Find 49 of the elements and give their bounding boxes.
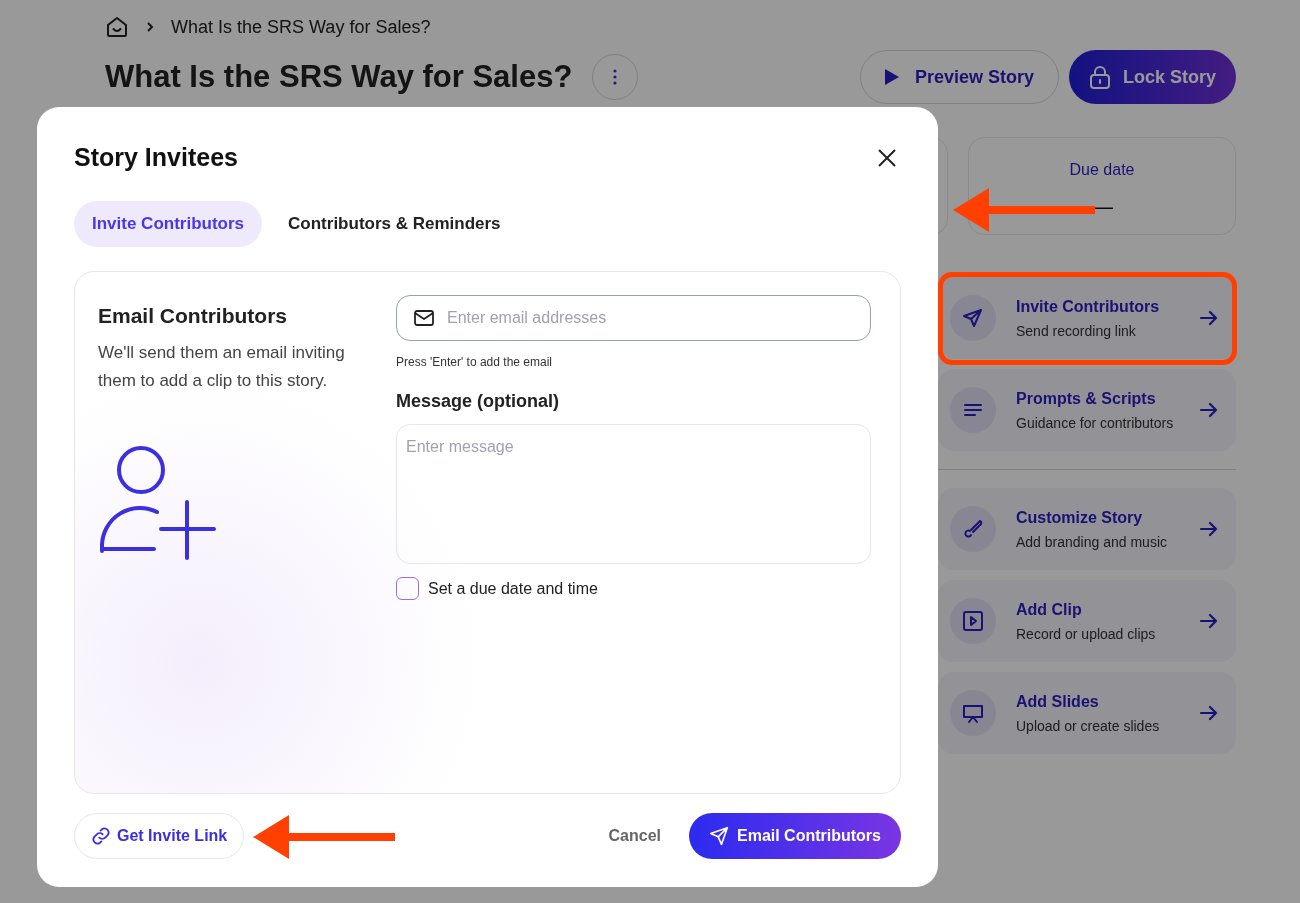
email-contributors-button[interactable]: Email Contributors bbox=[689, 813, 901, 859]
vertical-dots-icon bbox=[613, 69, 618, 85]
action-subtitle: Upload or create slides bbox=[1016, 716, 1161, 736]
play-box-icon bbox=[961, 609, 985, 633]
tab[interactable]: Contributors & Reminders bbox=[270, 200, 519, 247]
dialog-title: Story Invitees bbox=[74, 142, 238, 173]
lock-button[interactable]: Lock Story bbox=[1068, 50, 1236, 104]
add-user-icon bbox=[99, 445, 217, 563]
cancel-button[interactable]: Cancel bbox=[608, 824, 661, 848]
link-icon bbox=[91, 826, 111, 846]
action-title: Add Clip bbox=[1016, 599, 1083, 620]
breadcrumb-link[interactable]: What Is the SRS Way for Sales? bbox=[171, 13, 431, 41]
brush-icon bbox=[961, 517, 985, 541]
page-title: What Is the SRS Way for Sales? bbox=[105, 57, 573, 96]
action-title: Invite Contributors bbox=[1016, 296, 1161, 317]
send-icon bbox=[961, 306, 985, 330]
action-card[interactable]: Add Clip Record or upload clips bbox=[938, 580, 1236, 662]
section-description: We'll send them an email inviting them to add a clip to this story. bbox=[98, 342, 346, 392]
action-subtitle: Add branding and music bbox=[1016, 532, 1168, 552]
arrow-right-icon bbox=[1200, 521, 1218, 537]
mail-icon bbox=[414, 309, 434, 326]
send-icon bbox=[709, 826, 729, 846]
stat-label: Due date bbox=[1069, 160, 1135, 180]
lock-icon bbox=[1088, 65, 1111, 89]
action-title: Add Slides bbox=[1016, 691, 1100, 712]
action-card[interactable]: Customize Story Add branding and music bbox=[938, 488, 1236, 570]
action-card[interactable]: Prompts & Scripts Guidance for contributors bbox=[938, 369, 1236, 451]
message-input[interactable]: Enter message bbox=[396, 423, 871, 564]
section-title: Email Contributors bbox=[98, 302, 288, 329]
chevron-right-icon bbox=[145, 21, 155, 33]
helper-text: Press 'Enter' to add the email bbox=[396, 353, 553, 371]
action-title: Customize Story bbox=[1016, 507, 1144, 528]
checkbox[interactable] bbox=[396, 577, 419, 600]
action-title: Prompts & Scripts bbox=[1016, 388, 1157, 409]
arrow-right-icon bbox=[1200, 705, 1218, 721]
home-icon[interactable] bbox=[105, 15, 129, 39]
play-icon bbox=[884, 69, 899, 85]
close-icon bbox=[878, 148, 896, 167]
checkbox-label[interactable]: Set a due date and time bbox=[428, 576, 598, 601]
action-subtitle: Guidance for contributors bbox=[1016, 413, 1175, 433]
email-input[interactable]: Enter email addresses bbox=[396, 294, 871, 341]
action-subtitle: Record or upload clips bbox=[1016, 624, 1157, 644]
tab[interactable]: Invite Contributors bbox=[74, 200, 263, 247]
arrow-right-icon bbox=[1200, 402, 1218, 418]
arrow-right-icon bbox=[1200, 310, 1218, 326]
action-card[interactable]: Add Slides Upload or create slides bbox=[938, 672, 1236, 754]
arrow-right-icon bbox=[1200, 613, 1218, 629]
action-subtitle: Send recording link bbox=[1016, 321, 1137, 341]
field-label: Message (optional) bbox=[396, 389, 561, 413]
